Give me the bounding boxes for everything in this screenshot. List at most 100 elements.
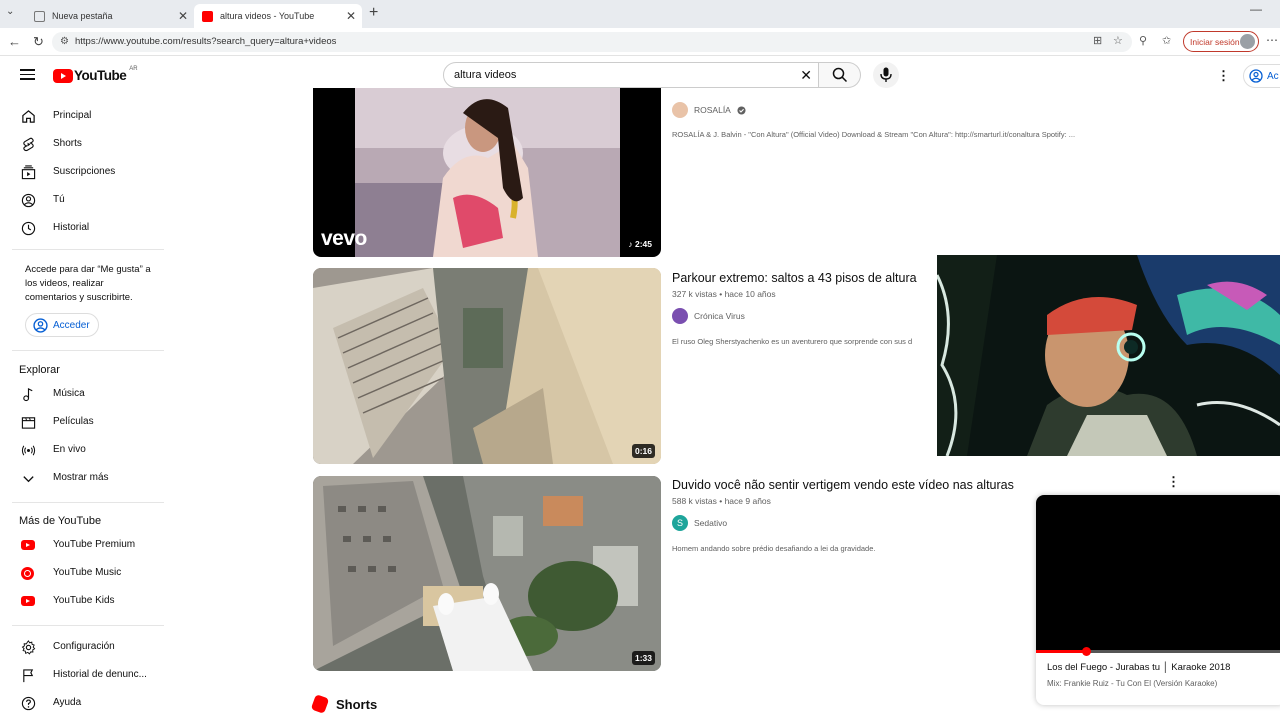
sidebar-item-peliculas[interactable]: Películas — [0, 408, 160, 436]
channel-avatar: S — [672, 515, 688, 531]
channel-link[interactable]: Crónica Virus — [672, 308, 745, 324]
sidebar-item-configuracion[interactable]: Configuración — [0, 633, 160, 661]
new-tab-plus-icon[interactable]: + — [369, 4, 378, 22]
sidebar-item-label: Historial de denunc... — [53, 669, 147, 680]
sidebar-item-label: Suscripciones — [53, 166, 116, 177]
sidebar-signin-label: Acceder — [53, 319, 90, 331]
new-tab-page-icon — [34, 10, 45, 22]
header-signin-button[interactable]: Ac — [1243, 64, 1280, 88]
miniplayer-video[interactable] — [1036, 495, 1280, 652]
browser-menu-icon[interactable]: ⋯ — [1266, 33, 1278, 47]
bookmark-star-icon[interactable]: ☆ — [1113, 34, 1123, 47]
extension-icon[interactable]: ⚲ — [1139, 34, 1147, 47]
sidebar-item-label: YouTube Premium — [53, 539, 136, 550]
apps-icon[interactable]: ⊞ — [1093, 34, 1102, 47]
sidebar-item-label: Música — [53, 388, 85, 399]
site-info-icon[interactable]: ⚙ — [60, 36, 69, 47]
video-thumbnail[interactable]: 0:16 — [313, 268, 661, 464]
channel-name: ROSALÍA — [694, 105, 731, 115]
search-input[interactable] — [454, 69, 774, 81]
video-options-kebab-icon[interactable]: ⋮ — [1167, 474, 1180, 490]
channel-link[interactable]: ROSALÍA — [672, 102, 746, 118]
signin-prompt-text: Accede para dar “Me gusta” a los videos,… — [25, 264, 151, 303]
video-duration: 1:33 — [631, 651, 655, 665]
sidebar-item-historial-denuncias[interactable]: Historial de denunc... — [0, 661, 160, 689]
back-arrow-icon[interactable]: ← — [8, 34, 21, 49]
sidebar-item-tu[interactable]: Tú — [0, 186, 160, 214]
tab-list-chevron-icon[interactable]: ⌄ — [6, 6, 14, 17]
sidebar-item-musica[interactable]: Música — [0, 380, 160, 408]
you-icon — [21, 193, 36, 208]
video-duration: 0:16 — [631, 444, 655, 458]
sidebar-item-label: Películas — [53, 416, 94, 427]
flag-icon — [23, 669, 34, 683]
sidebar-item-youtube-music[interactable]: YouTube Music — [0, 559, 160, 587]
sidebar-item-label: Principal — [53, 110, 92, 121]
sidebar-signin-button[interactable]: Acceder — [25, 313, 99, 337]
video-title[interactable]: Parkour extremo: saltos a 43 pisos de al… — [672, 271, 917, 285]
tab-youtube[interactable]: altura videos - YouTube ✕ — [194, 4, 362, 28]
miniplayer[interactable]: Los del Fuego - Jurabas tu │ Karaoke 201… — [1036, 495, 1280, 705]
browser-signin-button[interactable]: Iniciar sesión — [1183, 31, 1259, 52]
sidebar-item-shorts[interactable]: Shorts — [0, 130, 160, 158]
sidebar-item-label: Ayuda — [53, 697, 82, 708]
sidebar-item-en-vivo[interactable]: En vivo — [0, 436, 160, 464]
sidebar-item-youtube-kids[interactable]: YouTube Kids — [0, 587, 160, 615]
sidebar-item-youtube-premium[interactable]: YouTube Premium — [0, 531, 160, 559]
gear-icon — [21, 640, 36, 655]
video-description: ROSALÍA & J. Balvin - "Con Altura" (Offi… — [672, 130, 1076, 139]
sidebar-divider — [12, 502, 164, 503]
sidebar-item-label: Historial — [53, 222, 90, 233]
sidebar-item-suscripciones[interactable]: Suscripciones — [0, 158, 160, 186]
clear-search-icon[interactable]: ✕ — [800, 67, 812, 84]
video-thumbnail[interactable]: vevo ♪ 2:45 — [313, 88, 661, 257]
music-icon — [23, 387, 33, 402]
account-circle-icon — [33, 317, 48, 333]
miniplayer-title[interactable]: Los del Fuego - Jurabas tu │ Karaoke 201… — [1047, 662, 1230, 673]
logo-text: YouTube — [74, 68, 127, 83]
channel-link[interactable]: S Sedativo — [672, 515, 727, 531]
video-description: Homem andando sobre prédio desafiando a … — [672, 544, 876, 553]
channel-avatar — [672, 102, 688, 118]
tab-new-tab[interactable]: Nueva pestaña ✕ — [26, 4, 194, 28]
url-field[interactable]: ⚙ https://www.youtube.com/results?search… — [52, 32, 1132, 52]
sidebar-item-label: Shorts — [53, 138, 82, 149]
thumbnail-image — [313, 476, 661, 671]
minimize-window-icon[interactable]: — — [1250, 2, 1262, 16]
thumbnail-image — [313, 268, 661, 464]
sidebar-item-mostrar-mas[interactable]: Mostrar más — [0, 464, 160, 492]
webcam-image — [937, 255, 1280, 456]
video-thumbnail[interactable]: 1:33 — [313, 476, 661, 671]
shorts-section-header: Shorts — [310, 694, 377, 714]
hamburger-menu-icon[interactable] — [20, 69, 35, 80]
youtube-logo[interactable]: YouTube AR — [53, 66, 138, 83]
channel-name: Crónica Virus — [694, 311, 745, 321]
favorites-icon[interactable]: ✩ — [1162, 34, 1171, 47]
sidebar: Principal Shorts Suscripciones Tú Histor… — [0, 96, 165, 720]
search-button[interactable] — [819, 62, 861, 88]
settings-kebab-icon[interactable]: ⋮ — [1217, 68, 1230, 84]
sidebar-item-label: Mostrar más — [53, 472, 109, 483]
video-title[interactable]: Duvido você não sentir vertigem vendo es… — [672, 478, 1014, 492]
address-bar-row: ← ↻ ⚙ https://www.youtube.com/results?se… — [0, 28, 1280, 56]
history-icon — [21, 221, 36, 236]
url-text: https://www.youtube.com/results?search_q… — [75, 36, 337, 47]
search-icon — [832, 67, 848, 83]
progress-knob[interactable] — [1082, 647, 1091, 656]
tab-close-icon[interactable]: ✕ — [178, 9, 188, 23]
sidebar-item-principal[interactable]: Principal — [0, 102, 160, 130]
sidebar-item-ayuda[interactable]: Ayuda — [0, 689, 160, 717]
tab-close-icon[interactable]: ✕ — [346, 9, 356, 23]
profile-avatar-icon — [1240, 34, 1255, 49]
sidebar-divider — [12, 249, 164, 250]
subscriptions-icon — [21, 165, 36, 180]
shorts-icon — [23, 137, 34, 152]
sidebar-item-historial[interactable]: Historial — [0, 214, 160, 242]
sidebar-item-label: Tú — [53, 194, 65, 205]
duration-text: 2:45 — [634, 239, 652, 249]
verified-check-icon — [737, 105, 746, 115]
video-meta: 588 k vistas • hace 9 años — [672, 496, 771, 506]
voice-search-button[interactable] — [873, 62, 899, 88]
reload-icon[interactable]: ↻ — [33, 34, 44, 50]
miniplayer-progress-bar[interactable] — [1036, 647, 1280, 656]
